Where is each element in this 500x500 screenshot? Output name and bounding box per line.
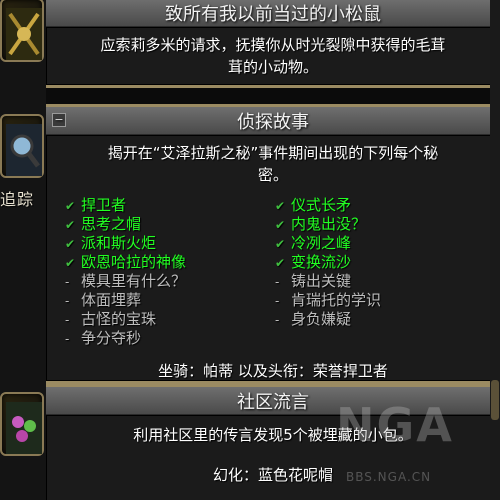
achievement-reward: 幻化：蓝色花呢帽	[212, 466, 333, 484]
achievement-panel-squirrels[interactable]: 致所有我以前当过的小松鼠 应索莉多米的请求，抚摸你从时光裂隙中获得的毛茸 茸的小…	[46, 0, 500, 88]
criteria-text: 捍卫者	[81, 196, 127, 214]
checkmark-icon: ✔	[275, 256, 286, 270]
criteria-item: - 身负嫌疑	[275, 308, 351, 329]
criteria-item: ✔ 冷冽之峰	[275, 232, 351, 253]
description-line: 揭开在“艾泽拉斯之秘”事件期间出现的下列每个秘	[107, 144, 439, 162]
crossed-totem-icon	[6, 8, 42, 60]
criteria-item: - 体面埋葬	[65, 289, 141, 310]
checkmark-icon: ✔	[65, 218, 76, 232]
tracking-label[interactable]: 追踪	[0, 186, 46, 210]
criteria-text: 铸出关键	[291, 272, 352, 290]
achievement-title-text: 致所有我以前当过的小松鼠	[165, 3, 381, 25]
description-line: 密。	[257, 166, 288, 184]
description-line: 茸的小动物。	[227, 58, 318, 76]
checkmark-icon: ✔	[275, 199, 286, 213]
achievement-description: 揭开在“艾泽拉斯之秘”事件期间出现的下列每个秘 密。	[47, 136, 499, 186]
achievement-title-text: 侦探故事	[237, 111, 309, 133]
nga-watermark-logo: NGA	[336, 398, 454, 452]
scrollbar-thumb[interactable]	[491, 380, 499, 420]
dash-icon: -	[65, 294, 70, 308]
dash-icon: -	[65, 313, 70, 327]
criteria-item: - 模具里有什么？	[65, 270, 186, 291]
criteria-text: 冷冽之峰	[291, 234, 352, 252]
scrollbar[interactable]	[490, 0, 500, 500]
criteria-item: - 铸出关键	[275, 270, 351, 291]
criteria-text: 模具里有什么？	[81, 272, 187, 290]
checkmark-icon: ✔	[65, 199, 76, 213]
dash-icon: -	[275, 275, 280, 289]
dash-icon: -	[65, 332, 70, 346]
criteria-list: ✔ 捍卫者 ✔ 仪式长矛 ✔ 思考之帽 ✔ 内鬼出没？ ✔ 派和斯火炬 ✔ 冷冽之峰 ✔ 欧恩哈拉的神像 ✔…	[65, 194, 485, 354]
criteria-item: ✔ 欧恩哈拉的神像	[65, 251, 186, 272]
criteria-item: - 古怪的宝珠	[65, 308, 156, 329]
achievement-title: 致所有我以前当过的小松鼠	[46, 0, 500, 27]
checkmark-icon: ✔	[65, 256, 76, 270]
criteria-text: 争分夺秒	[81, 329, 142, 347]
checkmark-icon: ✔	[65, 237, 76, 251]
criteria-item: ✔ 仪式长矛	[275, 194, 351, 215]
flower-bag-icon	[6, 402, 42, 454]
criteria-item: - 争分夺秒	[65, 327, 141, 348]
achievement-title-text: 社区流言	[237, 391, 309, 413]
achievement-icon-detective[interactable]	[0, 114, 44, 178]
criteria-item: - 肯瑞托的学识	[275, 289, 381, 310]
icon-column: 追踪	[0, 0, 46, 500]
criteria-text: 肯瑞托的学识	[291, 291, 382, 309]
checkmark-icon: ✔	[275, 218, 286, 232]
criteria-item: ✔ 思考之帽	[65, 213, 141, 234]
criteria-text: 变换流沙	[291, 253, 352, 271]
dash-icon: -	[65, 275, 70, 289]
criteria-text: 身负嫌疑	[291, 310, 352, 328]
nga-watermark-url: BBS.NGA.CN	[346, 470, 432, 484]
magnifying-glass-icon	[6, 124, 42, 176]
criteria-text: 欧恩哈拉的神像	[81, 253, 187, 271]
criteria-text: 古怪的宝珠	[81, 310, 157, 328]
criteria-text: 思考之帽	[81, 215, 142, 233]
achievement-panel-detective[interactable]: − 侦探故事 揭开在“艾泽拉斯之秘”事件期间出现的下列每个秘 密。 ✔ 捍卫者 ✔ 仪…	[46, 104, 500, 384]
description-line: 应索莉多米的请求，抚摸你从时光裂隙中获得的毛茸	[100, 36, 446, 54]
dash-icon: -	[275, 294, 280, 308]
criteria-item: ✔ 捍卫者	[65, 194, 126, 215]
criteria-text: 派和斯火炬	[81, 234, 157, 252]
collapse-button[interactable]: −	[52, 113, 66, 127]
criteria-item: ✔ 内鬼出没？	[275, 213, 366, 234]
achievement-reward: 坐骑：帕蒂 以及头衔：荣誉捍卫者	[158, 362, 388, 380]
criteria-text: 内鬼出没？	[291, 215, 367, 233]
dash-icon: -	[275, 313, 280, 327]
achievement-title: − 侦探故事	[46, 107, 500, 135]
criteria-item: ✔ 派和斯火炬	[65, 232, 156, 253]
criteria-text: 仪式长矛	[291, 196, 352, 214]
achievement-icon-community[interactable]	[0, 392, 44, 456]
achievement-description: 应索莉多米的请求，抚摸你从时光裂隙中获得的毛茸 茸的小动物。	[47, 34, 499, 78]
achievement-icon-squirrels[interactable]	[0, 0, 44, 62]
checkmark-icon: ✔	[275, 237, 286, 251]
criteria-item: ✔ 变换流沙	[275, 251, 351, 272]
criteria-text: 体面埋葬	[81, 291, 142, 309]
